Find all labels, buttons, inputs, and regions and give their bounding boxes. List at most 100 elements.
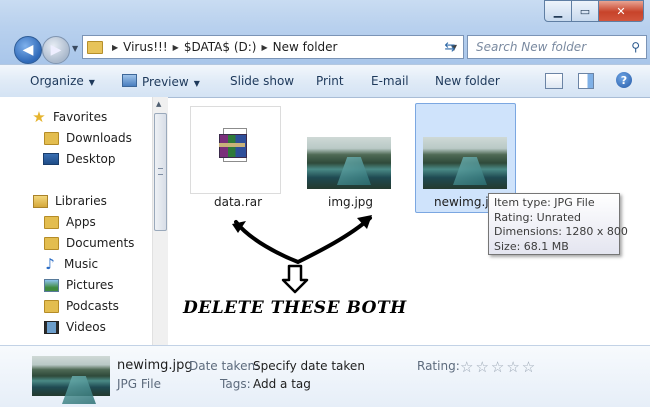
email-label: E-mail (371, 74, 409, 88)
nav-favorites[interactable]: ★ Favorites (31, 107, 107, 127)
nav-label: Apps (66, 215, 96, 229)
print-label: Print (316, 74, 344, 88)
search-input[interactable]: Search New folder ⚲ (467, 35, 647, 59)
libraries-icon (33, 194, 48, 208)
date-taken-label: Date taken: (189, 359, 260, 373)
window-controls: ▁ ▭ ✕ (544, 0, 644, 22)
archive-belt (219, 143, 245, 147)
videos-icon (44, 320, 59, 334)
back-button[interactable]: ◀ (14, 36, 42, 64)
pictures-icon (44, 278, 59, 292)
newimg-jpg-thumbnail[interactable] (423, 137, 507, 189)
breadcrumb-new-folder[interactable]: New folder (273, 40, 338, 54)
file-tooltip: Item type: JPG File Rating: Unrated Dime… (488, 193, 628, 255)
slideshow-button[interactable]: Slide show (230, 74, 294, 88)
tags-field[interactable]: Add a tag (253, 377, 311, 391)
details-pane: newimg.jpg JPG File Date taken: Specify … (0, 345, 650, 407)
tooltip-dimensions: Dimensions: 1280 x 800 (494, 225, 628, 238)
help-icon[interactable]: ? (616, 72, 632, 88)
tooltip-item-type: Item type: JPG File (494, 196, 595, 209)
preview-label: Preview (142, 75, 189, 89)
chevron-down-icon: ▼ (88, 78, 95, 87)
nav-videos[interactable]: Videos (42, 317, 106, 337)
nav-podcasts[interactable]: Podcasts (42, 296, 119, 316)
navigation-pane: ★ Favorites Downloads Desktop Libraries A… (9, 97, 166, 345)
date-taken-field[interactable]: Specify date taken (253, 359, 365, 373)
folder-icon (87, 40, 103, 54)
tooltip-rating: Rating: Unrated (494, 210, 582, 224)
nav-downloads[interactable]: Downloads (42, 128, 132, 148)
nav-label: Podcasts (66, 299, 119, 313)
address-bar[interactable]: ▶ Virus!!! ▶ $DATA$ (D:) ▶ New folder ▼ (82, 35, 464, 59)
down-arrow-icon (281, 264, 309, 294)
scrollbar-thumb[interactable] (154, 113, 167, 231)
nav-label: Documents (66, 236, 135, 250)
window-chrome: ▁ ▭ ✕ ◀ ▶ ▼ ▶ Virus!!! ▶ $DATA$ (D:) ▶ N… (0, 0, 650, 64)
nav-pictures[interactable]: Pictures (42, 275, 114, 295)
rating-label: Rating: (417, 359, 460, 373)
chevron-right-icon[interactable]: ▶ (261, 43, 267, 52)
maximize-icon: ▭ (579, 4, 591, 18)
organize-label: Organize (30, 74, 84, 88)
search-placeholder: Search New folder (476, 40, 587, 54)
forward-button[interactable]: ▶ (42, 36, 70, 64)
chevron-right-icon[interactable]: ▶ (112, 43, 118, 52)
rating-stars-icon[interactable]: ☆☆☆☆☆ (460, 358, 537, 376)
email-button[interactable]: E-mail (371, 74, 409, 88)
nav-label: Pictures (66, 278, 114, 292)
curved-arrow-line (234, 216, 372, 265)
search-icon[interactable]: ⚲ (631, 40, 640, 54)
left-gutter (0, 97, 9, 345)
new-folder-label: New folder (435, 74, 500, 88)
preview-button[interactable]: Preview ▼ (122, 74, 200, 89)
nav-music[interactable]: ♪ Music (42, 254, 98, 274)
podcasts-folder-icon (44, 299, 59, 313)
chevron-right-icon[interactable]: ▶ (173, 43, 179, 52)
grip-icon (158, 168, 163, 175)
chevron-down-icon: ▼ (193, 79, 200, 88)
breadcrumb-drive[interactable]: $DATA$ (D:) (184, 40, 257, 54)
details-thumbnail (32, 356, 110, 396)
tooltip-size: Size: 68.1 MB (494, 239, 569, 253)
nav-scrollbar[interactable]: ▲ (152, 97, 168, 345)
scroll-up-icon[interactable]: ▲ (156, 100, 161, 108)
downloads-folder-icon (44, 131, 59, 145)
minimize-icon: ▁ (553, 4, 563, 18)
slideshow-label: Slide show (230, 74, 295, 88)
nav-desktop[interactable]: Desktop (42, 149, 116, 169)
nav-label: Libraries (55, 194, 107, 208)
star-icon: ★ (32, 108, 46, 126)
explorer-window: ▁ ▭ ✕ ◀ ▶ ▼ ▶ Virus!!! ▶ $DATA$ (D:) ▶ N… (0, 0, 650, 407)
documents-folder-icon (44, 236, 59, 250)
close-button[interactable]: ✕ (599, 0, 644, 22)
apps-folder-icon (44, 215, 59, 229)
file-name-img-jpg[interactable]: img.jpg (328, 195, 373, 209)
close-icon: ✕ (616, 4, 626, 18)
minimize-button[interactable]: ▁ (544, 0, 572, 22)
nav-documents[interactable]: Documents (42, 233, 134, 253)
nav-label: Videos (66, 320, 106, 334)
img-jpg-thumbnail[interactable] (307, 137, 391, 189)
print-button[interactable]: Print (316, 74, 344, 88)
annotation-caption: DELETE THESE BOTH (183, 298, 407, 318)
new-folder-button[interactable]: New folder (435, 74, 500, 88)
arrowhead-right-icon (357, 215, 372, 229)
change-view-icon[interactable] (545, 73, 563, 89)
nav-label: Downloads (66, 131, 132, 145)
desktop-icon (43, 153, 59, 165)
nav-libraries[interactable]: Libraries (31, 191, 107, 211)
preview-pane-icon[interactable] (578, 73, 594, 89)
forward-arrow-icon: ▶ (50, 42, 62, 58)
maximize-button[interactable]: ▭ (572, 0, 599, 22)
nav-label: Desktop (66, 152, 116, 166)
file-name-data-rar[interactable]: data.rar (214, 195, 262, 209)
music-note-icon: ♪ (45, 255, 55, 273)
refresh-button[interactable]: ⇆ (440, 37, 460, 57)
breadcrumb-virus[interactable]: Virus!!! (123, 40, 168, 54)
recent-pages-dropdown[interactable]: ▼ (72, 44, 78, 53)
organize-button[interactable]: Organize ▼ (30, 74, 95, 88)
details-filename: newimg.jpg (117, 358, 193, 373)
nav-label: Music (64, 257, 99, 271)
preview-icon (122, 74, 137, 87)
nav-apps[interactable]: Apps (42, 212, 96, 232)
